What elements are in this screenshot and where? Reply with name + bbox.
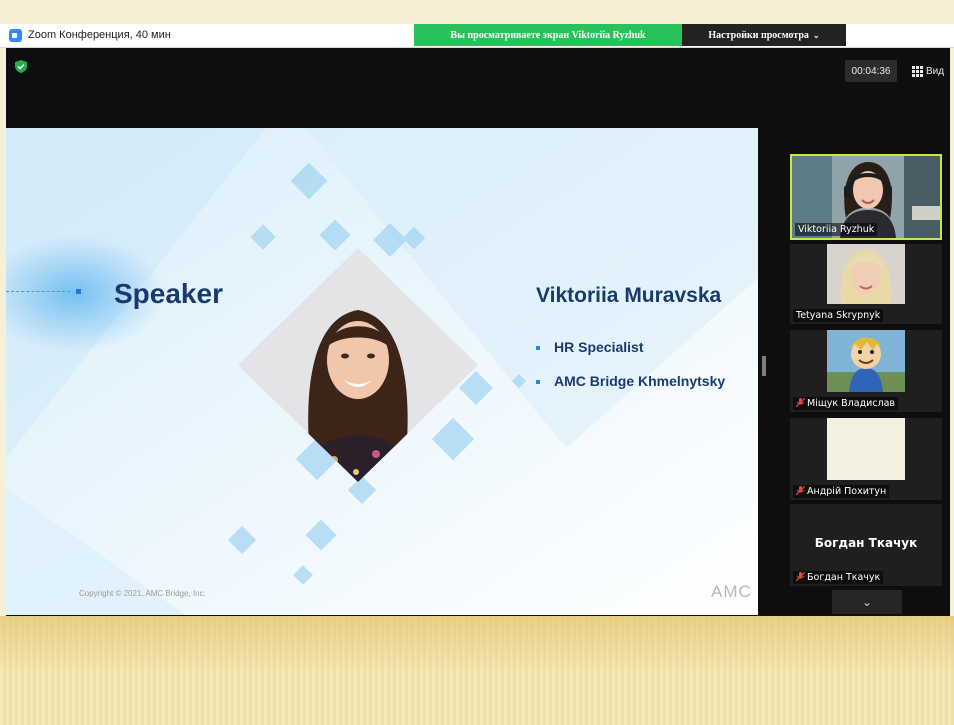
slide-heading: Speaker	[114, 278, 223, 309]
mic-muted-icon	[796, 398, 805, 407]
participant-no-video-name: Богдан Ткачук	[814, 536, 918, 550]
speaker-name: Viktoriia Muravska	[536, 284, 722, 307]
decorative-bullet	[76, 289, 81, 294]
top-strip	[0, 0, 954, 24]
role-text: HR Specialist	[554, 339, 644, 355]
participant-tile[interactable]: Богдан Ткачук Богдан Ткачук	[790, 504, 942, 586]
participant-name: Tetyana Skrypnyk	[793, 309, 884, 322]
participant-name-text: Андрій Похитун	[807, 486, 887, 497]
chevron-down-icon: ⌄	[812, 30, 820, 40]
view-label: Вид	[926, 65, 945, 77]
meeting-timer: 00:04:36	[845, 60, 897, 82]
speaker-photo	[238, 248, 478, 482]
participant-avatar	[827, 330, 905, 392]
participant-name-text: Богдан Ткачук	[807, 572, 881, 583]
participant-name-text: Tetyana Skrypnyk	[796, 310, 881, 321]
participant-tile[interactable]: Tetyana Skrypnyk	[790, 244, 942, 324]
mic-muted-icon	[796, 486, 805, 495]
participant-name: Viktoriia Ryzhuk	[795, 223, 878, 236]
mic-muted-icon	[796, 572, 805, 581]
shield-check-icon[interactable]	[15, 60, 27, 73]
screen-share-banner: Вы просматриваете экран Viktoriia Ryzhuk	[414, 24, 682, 46]
panel-resize-handle[interactable]	[762, 356, 766, 376]
view-settings-label: Настройки просмотра	[708, 29, 809, 41]
participant-tile[interactable]: Viktoriia Ryzhuk	[790, 154, 942, 240]
participant-name-text: Міщук Владислав	[807, 398, 896, 409]
view-button[interactable]: Вид	[912, 60, 944, 82]
zoom-app-icon	[9, 29, 22, 42]
participant-tile[interactable]: Міщук Владислав	[790, 330, 942, 412]
chevron-down-icon: ⌄	[861, 595, 873, 609]
participant-avatar	[827, 244, 905, 304]
participant-tile[interactable]: Андрій Похитун	[790, 418, 942, 500]
participant-name: Андрій Похитун	[793, 485, 890, 498]
bullet-icon	[536, 380, 540, 385]
view-settings-button[interactable]: Настройки просмотра ⌄	[682, 24, 846, 46]
role-item: HR Specialist	[536, 339, 643, 355]
scroll-participants-button[interactable]: ⌄	[832, 590, 902, 614]
zoom-meeting-window: 00:04:36 Вид Speaker Viktoriia Muravska …	[6, 48, 950, 616]
participant-name: Міщук Владислав	[793, 397, 899, 410]
participant-name: Богдан Ткачук	[793, 571, 884, 584]
grid-icon	[912, 65, 923, 77]
role-text: AMC Bridge Khmelnytsky	[554, 373, 726, 389]
slide-logo: AMC	[711, 582, 752, 601]
decorative-line	[6, 291, 70, 292]
slide-copyright: Copyright © 2021, AMC Bridge, Inc.	[79, 589, 206, 598]
role-item: AMC Bridge Khmelnytsky	[536, 373, 725, 389]
shared-screen-slide: Speaker Viktoriia Muravska HR Specialist…	[6, 128, 758, 615]
participant-video	[827, 418, 905, 480]
decorative-background	[0, 616, 954, 725]
bullet-icon	[536, 346, 540, 351]
window-title: Zoom Конференция, 40 мин	[28, 29, 171, 41]
